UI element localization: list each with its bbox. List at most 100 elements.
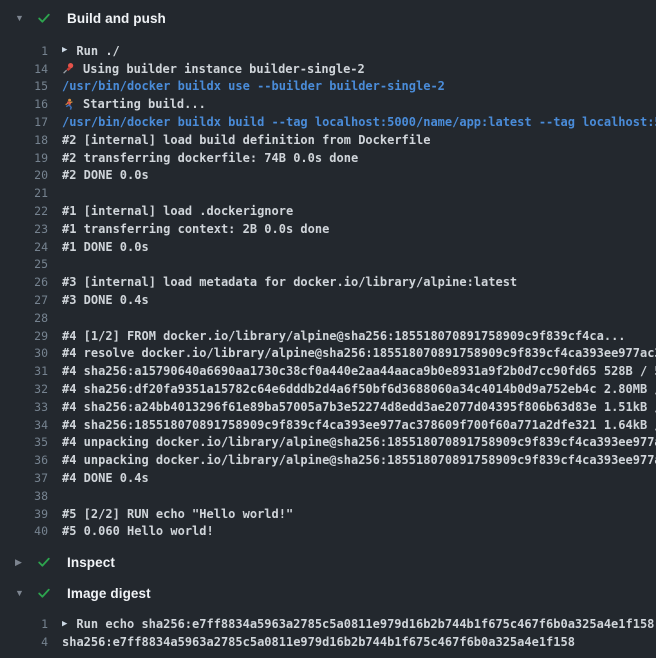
log-line-text: Starting build... [83,97,206,111]
log-line: 39#5 [2/2] RUN echo "Hello world!" [0,505,656,523]
log-line: 4sha256:e7ff8834a5963a2785c5a0811e979d16… [0,633,656,651]
line-number[interactable]: 31 [0,364,48,378]
chevron-down-icon[interactable]: ▼ [15,14,27,23]
log-text: #2 DONE 0.0s [62,168,149,182]
log-text: Starting build... [62,97,206,111]
log-line-text: #4 resolve docker.io/library/alpine@sha2… [62,346,656,360]
log-line: 1 ▶ Run echo sha256:e7ff8834a5963a2785c5a0… [0,615,656,633]
line-number[interactable]: 21 [0,186,48,200]
log-line: 33#4 sha256:a24bb4013296f61e89ba57005a7b… [0,398,656,416]
log-line: 18 #2 [internal] load build definition fr… [0,131,656,149]
section-header-inspect[interactable]: ▶ Inspect [0,551,656,573]
line-number[interactable]: 26 [0,275,48,289]
expand-group-icon[interactable]: ▶ [62,620,67,629]
log-lines-image-digest: 1 ▶ Run echo sha256:e7ff8834a5963a2785c5a0… [0,615,656,651]
line-number[interactable]: 23 [0,222,48,236]
log-text: #4 resolve docker.io/library/alpine@sha2… [62,346,656,360]
log-line-text: Run ./ [76,44,119,58]
chevron-down-icon[interactable]: ▼ [15,589,27,598]
log-line: 34 #4 sha256:185518070891758909c9f839cf4c… [0,416,656,434]
line-number[interactable]: 24 [0,240,48,254]
line-number[interactable]: 35 [0,435,48,449]
check-icon [37,586,51,600]
log-text: #4 sha256:185518070891758909c9f839cf4ca3… [62,418,656,432]
section-title-build-and-push: Build and push [67,11,166,26]
log-line: 24 #1 DONE 0.0s [0,238,656,256]
log-line-text: #2 DONE 0.0s [62,168,149,182]
line-number[interactable]: 39 [0,507,48,521]
log-line-text: #4 unpacking docker.io/library/alpine@sh… [62,435,656,449]
runner-icon [62,98,75,111]
line-number[interactable]: 16 [0,97,48,111]
line-number[interactable]: 29 [0,329,48,343]
section-title-image-digest: Image digest [67,586,151,601]
line-number[interactable]: 27 [0,293,48,307]
log-text: #2 transferring dockerfile: 74B 0.0s don… [62,151,358,165]
status-success-icon [37,586,51,600]
line-number[interactable]: 22 [0,204,48,218]
line-number[interactable]: 30 [0,346,48,360]
log-text: ▶ Run ./ [62,44,120,58]
log-command-text: /usr/bin/docker buildx build --tag local… [62,115,656,129]
expand-group-icon[interactable]: ▶ [62,46,67,55]
log-line: 32#4 sha256:df20fa9351a15782c64e6dddb2d4… [0,380,656,398]
log-line-text: #4 unpacking docker.io/library/alpine@sh… [62,453,656,467]
log-line: 17/usr/bin/docker buildx build --tag loc… [0,113,656,131]
log-line: 38 [0,487,656,505]
log-line: 1 ▶ Run ./ [0,42,656,60]
log-line-text: #5 0.060 Hello world! [62,524,214,538]
line-number[interactable]: 40 [0,524,48,538]
line-number[interactable]: 18 [0,133,48,147]
log-line-text: #1 DONE 0.0s [62,240,149,254]
check-icon [37,555,51,569]
log-line-text: #4 DONE 0.4s [62,471,149,485]
line-number[interactable]: 19 [0,151,48,165]
line-number[interactable]: 14 [0,62,48,76]
log-line: 15/usr/bin/docker buildx use --builder b… [0,78,656,96]
log-line-text: #4 sha256:a15790640a6690aa1730c38cf0a440… [62,364,656,378]
log-line-text: Using builder instance builder-single-2 [83,62,365,76]
line-number[interactable]: 15 [0,79,48,93]
log-text: #2 [internal] load build definition from… [62,133,430,147]
log-line: 28 [0,309,656,327]
log-line: 31 #4 sha256:a15790640a6690aa1730c38cf0a4… [0,362,656,380]
log-text: #4 sha256:a15790640a6690aa1730c38cf0a440… [62,364,656,378]
pushpin-icon [62,62,75,75]
line-number[interactable]: 33 [0,400,48,414]
log-text: #1 transferring context: 2B 0.0s done [62,222,329,236]
log-text: Using builder instance builder-single-2 [62,62,365,76]
log-text: #5 0.060 Hello world! [62,524,214,538]
chevron-right-icon[interactable]: ▶ [15,558,27,567]
section-header-image-digest[interactable]: ▼ Image digest [0,582,656,604]
log-text: #4 [1/2] FROM docker.io/library/alpine@s… [62,329,626,343]
line-number[interactable]: 25 [0,257,48,271]
log-line: 21 [0,184,656,202]
line-number[interactable]: 32 [0,382,48,396]
log-line-text: #3 [internal] load metadata for docker.i… [62,275,517,289]
log-line-text: Run echo sha256:e7ff8834a5963a2785c5a081… [76,617,654,631]
line-number[interactable]: 1 [0,617,48,631]
log-text: #1 DONE 0.0s [62,240,149,254]
line-number[interactable]: 20 [0,168,48,182]
line-number[interactable]: 4 [0,635,48,649]
log-text: #4 unpacking docker.io/library/alpine@sh… [62,453,656,467]
log-line: 26 #3 [internal] load metadata for docker… [0,273,656,291]
log-line: 22#1 [internal] load .dockerignore [0,202,656,220]
status-success-icon [37,11,51,25]
log-line-text: #2 [internal] load build definition from… [62,133,430,147]
log-text: ▶ Run echo sha256:e7ff8834a5963a2785c5a08… [62,617,654,631]
line-number[interactable]: 37 [0,471,48,485]
line-number[interactable]: 17 [0,115,48,129]
section-title-inspect: Inspect [67,555,115,570]
line-number[interactable]: 36 [0,453,48,467]
log-text: #3 [internal] load metadata for docker.i… [62,275,517,289]
log-lines-build-and-push: 1 ▶ Run ./ 14 Using builder instance builder… [0,42,656,540]
line-number[interactable]: 28 [0,311,48,325]
line-number[interactable]: 1 [0,44,48,58]
line-number[interactable]: 38 [0,489,48,503]
line-number[interactable]: 34 [0,418,48,432]
actions-log-viewer: ▼Build and push1▶Run ./14Using builder i… [0,0,656,658]
section-header-build-and-push[interactable]: ▼ Build and push [0,7,656,29]
log-line-text: #2 transferring dockerfile: 74B 0.0s don… [62,151,358,165]
log-line-text: /usr/bin/docker buildx build --tag local… [62,115,656,129]
